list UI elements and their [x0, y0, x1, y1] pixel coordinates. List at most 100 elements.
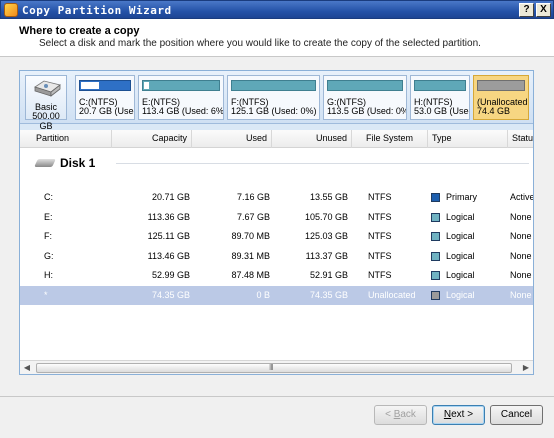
- partition-cell: F:: [44, 231, 52, 241]
- partition-info: 125.1 GB (Used: 0%): [231, 106, 317, 116]
- type-cell: Logical: [446, 211, 475, 222]
- help-button[interactable]: ?: [519, 3, 534, 17]
- disk-1-summary[interactable]: Basic 500.00 GB: [25, 75, 67, 131]
- type-cell: Primary: [446, 192, 477, 202]
- status-cell: None: [510, 270, 532, 280]
- status-cell: Active: [510, 192, 533, 202]
- partition-info: 113.5 GB (Used: 0%): [327, 106, 407, 116]
- unused-cell: 125.03 GB: [304, 231, 348, 241]
- disk-size-label: 500.00 GB: [32, 111, 60, 131]
- capacity-cell: 113.46 GB: [147, 250, 190, 261]
- usage-bar: [231, 80, 316, 91]
- used-cell: 87.48 MB: [231, 270, 270, 280]
- partition-cell: G:: [44, 250, 54, 261]
- capacity-cell: 20.71 GB: [151, 192, 190, 202]
- usage-bar: [477, 80, 525, 91]
- column-used[interactable]: Used: [192, 130, 272, 148]
- disk-icon: [34, 159, 56, 167]
- capacity-cell: 125.11 GB: [147, 231, 190, 241]
- type-cell: Logical: [446, 289, 475, 300]
- used-cell: 89.31 MB: [231, 250, 270, 261]
- window-title: Copy Partition Wizard: [22, 4, 172, 17]
- unused-cell: 52.91 GB: [309, 270, 348, 280]
- hard-disk-icon: [34, 80, 61, 97]
- partition-info: 20.7 GB (Usec: [79, 106, 135, 116]
- used-cell: 89.70 MB: [231, 231, 270, 241]
- partition-type-swatch-icon: [431, 193, 440, 202]
- unused-cell: 105.70 GB: [304, 211, 348, 222]
- partition-block-f[interactable]: F:(NTFS) 125.1 GB (Used: 0%): [227, 75, 320, 120]
- usage-fill: [81, 82, 99, 89]
- partition-type-swatch-icon: [431, 232, 440, 241]
- footer-divider: [0, 396, 554, 397]
- partition-type-swatch-icon: [431, 290, 440, 300]
- unused-cell: 13.55 GB: [309, 192, 348, 202]
- disk-group-name: Disk 1: [60, 156, 96, 170]
- usage-bar: [142, 80, 220, 91]
- partition-block-c[interactable]: C:(NTFS) 20.7 GB (Usec: [75, 75, 135, 120]
- next-button[interactable]: Next >: [432, 405, 485, 425]
- table-row[interactable]: F: 125.11 GB 89.70 MB 125.03 GB NTFS Logical N…: [20, 227, 533, 246]
- filesystem-cell: NTFS: [368, 270, 392, 280]
- status-cell: None: [510, 231, 532, 241]
- usage-fill: [144, 82, 149, 89]
- type-cell: Logical: [446, 270, 475, 280]
- column-partition[interactable]: Partition: [20, 130, 112, 148]
- filesystem-cell: NTFS: [368, 192, 392, 202]
- filesystem-cell: NTFS: [368, 250, 392, 261]
- column-file-system[interactable]: File System: [352, 130, 428, 148]
- partition-type-swatch-icon: [431, 271, 440, 280]
- wizard-header: Where to create a copy Select a disk and…: [0, 19, 554, 57]
- table-row[interactable]: G: 113.46 GB 89.31 MB 113.37 GB NTFS Logical N…: [20, 247, 533, 266]
- column-unused[interactable]: Unused: [272, 130, 352, 148]
- scroll-right-arrow-icon[interactable]: ▶: [521, 363, 531, 373]
- partition-block-unallocated[interactable]: (Unallocated 74.4 GB: [473, 75, 529, 120]
- page-subtitle: Select a disk and mark the position wher…: [39, 38, 481, 49]
- title-bar: Copy Partition Wizard ? X: [0, 0, 554, 19]
- used-cell: 7.16 GB: [236, 192, 270, 202]
- filesystem-cell: NTFS: [368, 211, 392, 222]
- column-status[interactable]: Status: [508, 130, 533, 148]
- filesystem-cell: NTFS: [368, 231, 392, 241]
- partition-info: 113.4 GB (Used: 6%): [142, 106, 224, 116]
- table-row[interactable]: C: 20.71 GB 7.16 GB 13.55 GB NTFS Primary Acti…: [20, 188, 533, 207]
- capacity-cell: 113.36 GB: [147, 211, 190, 222]
- table-row[interactable]: E: 113.36 GB 7.67 GB 105.70 GB NTFS Logical No…: [20, 208, 533, 227]
- horizontal-scrollbar[interactable]: ◀ III ▶: [20, 360, 533, 374]
- next-label-rest: ext: [451, 409, 465, 420]
- type-cell: Logical: [446, 250, 475, 261]
- unused-cell: 74.35 GB: [309, 289, 348, 300]
- page-title: Where to create a copy: [19, 25, 140, 37]
- scroll-left-arrow-icon[interactable]: ◀: [22, 363, 32, 373]
- used-cell: 0 B: [256, 289, 270, 300]
- partition-cell: E:: [44, 211, 53, 222]
- capacity-cell: 74.35 GB: [151, 289, 190, 300]
- back-button[interactable]: < Back: [374, 405, 427, 425]
- close-button[interactable]: X: [536, 3, 551, 17]
- partition-info: 74.4 GB: [477, 106, 511, 116]
- filesystem-cell: Unallocated: [368, 289, 416, 300]
- unused-cell: 113.37 GB: [305, 250, 348, 261]
- partition-info: 53.0 GB (Used: [414, 106, 470, 116]
- table-row[interactable]: H: 52.99 GB 87.48 MB 52.91 GB NTFS Logical Non…: [20, 266, 533, 285]
- partition-cell: *: [44, 289, 48, 300]
- usage-bar: [414, 80, 466, 91]
- scroll-thumb[interactable]: III: [36, 363, 512, 373]
- partition-cell: H:: [44, 270, 53, 280]
- column-type[interactable]: Type: [428, 130, 508, 148]
- cancel-button[interactable]: Cancel: [490, 405, 543, 425]
- type-cell: Logical: [446, 231, 475, 241]
- status-cell: None: [510, 289, 532, 300]
- used-cell: 7.67 GB: [236, 211, 270, 222]
- status-cell: None: [510, 250, 532, 261]
- scroll-grip-icon: III: [269, 363, 274, 372]
- partition-block-g[interactable]: G:(NTFS) 113.5 GB (Used: 0%): [323, 75, 407, 120]
- usage-bar: [79, 80, 131, 91]
- partition-block-e[interactable]: E:(NTFS) 113.4 GB (Used: 6%): [138, 75, 224, 120]
- partition-block-h[interactable]: H:(NTFS) 53.0 GB (Used: [410, 75, 470, 120]
- usage-bar: [327, 80, 403, 91]
- column-capacity[interactable]: Capacity: [112, 130, 192, 148]
- table-row[interactable]: * 74.35 GB 0 B 74.35 GB Unallocated Logical No…: [20, 285, 533, 305]
- disk-group-header: Disk 1: [20, 152, 533, 174]
- status-cell: None: [510, 211, 532, 222]
